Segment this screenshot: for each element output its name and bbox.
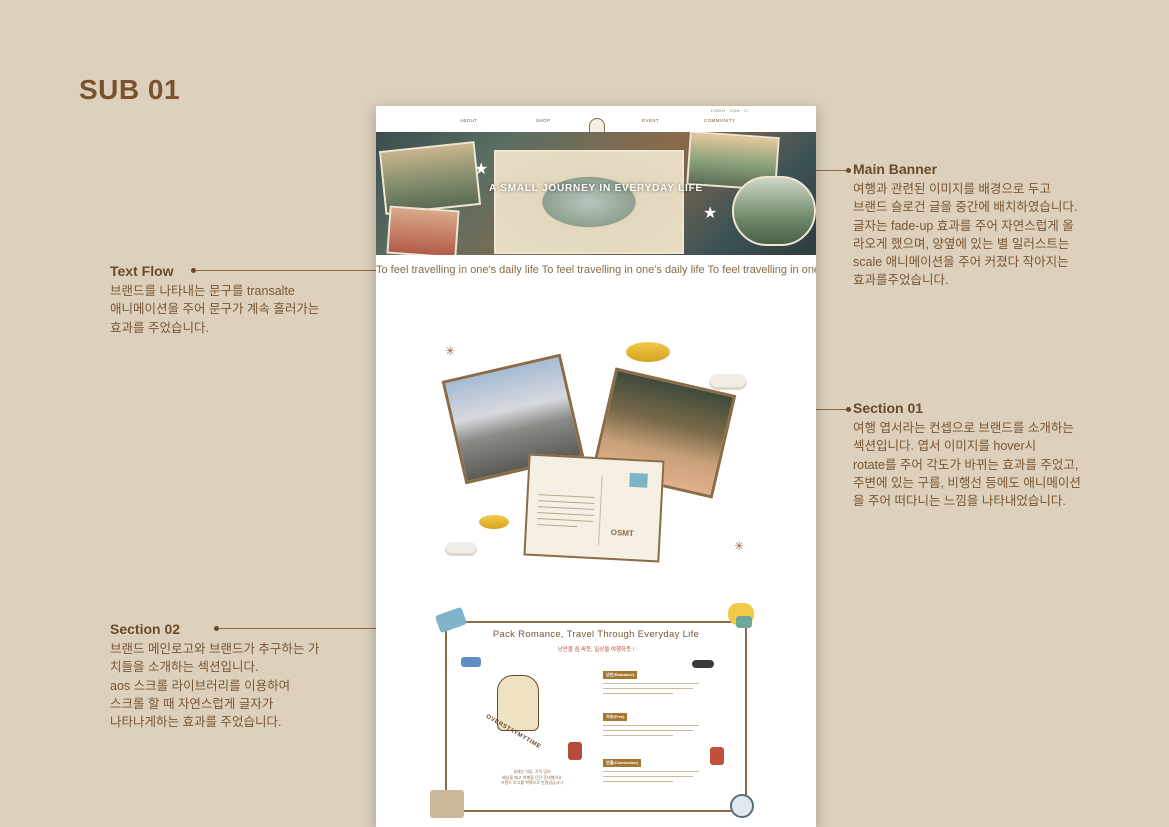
nav-about[interactable]: ABOUT: [460, 118, 478, 123]
postcard-letter[interactable]: OSMT: [523, 453, 665, 563]
letter-line: [537, 506, 594, 510]
letter-line: [537, 524, 578, 528]
section-02-title: Pack Romance, Travel Through Everyday Li…: [492, 629, 700, 640]
star-icon: ★: [703, 205, 718, 222]
value-desc-line: [603, 730, 693, 731]
card-divider: [598, 475, 603, 546]
letter-line: [538, 500, 595, 505]
cloud-icon: [709, 374, 747, 390]
section-02-subtitle: 낭만을 짐 싸듯, 일상을 여행하듯 !: [557, 647, 635, 653]
stamp-icon: [629, 472, 648, 488]
leader-line: [195, 270, 376, 271]
note-main-banner: Main Banner 여행과 관련된 이미지를 배경으로 두고 브랜드 슬로건…: [853, 161, 1103, 290]
util-links[interactable]: LOGIN · JOIN · ☐: [711, 108, 748, 113]
value-desc-line: [603, 688, 693, 689]
brand-tagline: 설레는 마음, 가득 담아 배낭을 메고 여행을 단단 준비했어요 브랜드 로고…: [500, 769, 564, 785]
note-section-02: Section 02 브랜드 메인로고와 브랜드가 추구하는 가 치들을 소개하…: [110, 621, 350, 731]
card-brand: OSMT: [610, 527, 635, 539]
value-desc-line: [603, 725, 699, 726]
value-romance: 낭만(Romance): [603, 671, 638, 679]
blimp-icon: [479, 515, 509, 529]
cloud-icon: [445, 542, 477, 556]
center-postcard: [494, 150, 684, 254]
nav-community[interactable]: COMMUNITY: [704, 118, 735, 123]
value-desc-line: [603, 683, 699, 684]
note-text-flow: Text Flow 브랜드를 나타내는 문구를 transalte 애니메이션을…: [110, 263, 350, 337]
note-section-02-desc: 브랜드 메인로고와 브랜드가 추구하는 가 치들을 소개하는 섹션입니다. ao…: [110, 642, 320, 730]
wallet-icon: [710, 747, 724, 765]
value-free: 자유(Free): [603, 713, 628, 721]
note-main-banner-desc: 여행과 관련된 이미지를 배경으로 두고 브랜드 슬로건 글을 중간에 배치하였…: [853, 182, 1078, 288]
value-connection: 연결(Connection): [603, 759, 642, 767]
site-header: LOGIN · JOIN · ☐ ABOUT SHOP EVENT COMMUN…: [376, 106, 816, 136]
section-02-frame: Pack Romance, Travel Through Everyday Li…: [445, 621, 747, 812]
note-text-flow-title: Text Flow: [110, 263, 174, 279]
banner-slogan: A SMALL JOURNEY IN EVERYDAY LIFE: [489, 183, 703, 194]
postcard-image: [386, 205, 460, 255]
sparkle-icon: ✳: [445, 344, 456, 358]
blimp-icon: [626, 342, 670, 362]
text-flow: To feel travelling in one's daily life T…: [376, 264, 816, 276]
suitcase-icon: [430, 790, 464, 818]
note-section-01-title: Section 01: [853, 400, 924, 416]
passport-icon: [568, 742, 582, 760]
camera-icon: [736, 616, 752, 628]
value-desc-line: [603, 771, 699, 772]
value-desc-line: [603, 735, 673, 736]
value-desc-line: [603, 781, 673, 782]
page-title: SUB 01: [79, 74, 181, 105]
note-section-01: Section 01 여행 엽서라는 컨셉으로 브랜드를 소개하는 섹션입니다.…: [853, 400, 1103, 510]
note-main-banner-title: Main Banner: [853, 161, 938, 177]
note-section-02-title: Section 02: [110, 621, 181, 637]
note-text-flow-desc: 브랜드를 나타내는 문구를 transalte 애니메이션을 주어 문구가 계속…: [110, 284, 320, 335]
star-icon: ★: [474, 161, 489, 178]
website-mockup: LOGIN · JOIN · ☐ ABOUT SHOP EVENT COMMUN…: [376, 106, 816, 827]
sunglasses-icon: [692, 660, 714, 668]
leader-dot: [846, 168, 851, 173]
note-section-01-desc: 여행 엽서라는 컨셉으로 브랜드를 소개하는 섹션입니다. 엽서 이미지를 ho…: [853, 421, 1081, 509]
main-banner: ★ ★ A SMALL JOURNEY IN EVERYDAY LIFE: [376, 132, 816, 255]
nav-shop[interactable]: SHOP: [536, 118, 550, 123]
leader-line: [218, 628, 376, 629]
value-desc-line: [603, 693, 673, 694]
leader-line: [816, 170, 848, 171]
postcard-image: [378, 141, 482, 215]
leader-line: [816, 409, 848, 410]
leader-dot: [846, 407, 851, 412]
airplane-icon: [461, 657, 481, 667]
nav-event[interactable]: EVENT: [642, 118, 659, 123]
sparkle-icon: ✳: [734, 539, 745, 553]
value-desc-line: [603, 776, 693, 777]
letter-line: [538, 494, 595, 499]
letter-line: [537, 512, 594, 516]
letter-line: [537, 518, 594, 522]
compass-icon: [730, 794, 754, 818]
